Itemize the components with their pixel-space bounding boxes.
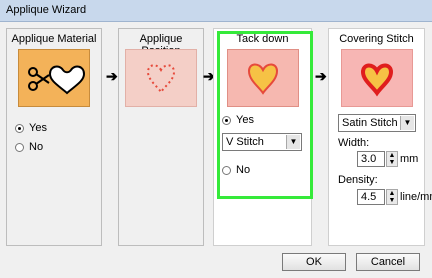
panel-applique-material: Applique Material Yes No <box>6 28 102 246</box>
tack-down-heart-icon[interactable] <box>226 49 299 107</box>
chevron-down-icon[interactable]: ▼ <box>286 135 300 149</box>
material-no-label: No <box>29 141 44 153</box>
ok-button[interactable]: OK <box>282 253 346 271</box>
panel-covering-stitch: Covering Stitch Satin Stitch ▼ Width: 3.… <box>328 28 432 246</box>
panel-title-tack-down: Tack down <box>236 33 289 45</box>
density-value: 4.5 <box>361 191 377 203</box>
tackdown-no-radio[interactable]: No <box>222 164 250 176</box>
panel-title-covering-stitch: Covering Stitch <box>339 33 414 45</box>
width-stepper[interactable]: ▲ ▼ <box>386 151 398 167</box>
covering-stitch-select[interactable]: Satin Stitch ▼ <box>338 114 416 132</box>
window-title: Applique Wizard <box>6 4 87 16</box>
title-bar: Applique Wizard <box>0 0 432 22</box>
panel-title-applique-material: Applique Material <box>11 33 97 45</box>
material-no-radio[interactable]: No <box>15 141 43 153</box>
satin-heart-icon[interactable] <box>340 49 413 107</box>
material-yes-radio[interactable]: Yes <box>15 122 47 134</box>
radio-dot <box>222 115 231 125</box>
density-input[interactable]: 4.5 <box>357 189 385 205</box>
radio-dot <box>15 142 24 152</box>
arrow-right-icon: ➔ <box>106 68 118 84</box>
scissors-heart-icon[interactable] <box>18 49 90 107</box>
panel-tack-down: Tack down Yes V Stitch ▼ No <box>213 28 312 246</box>
width-unit: mm <box>400 153 419 165</box>
width-input[interactable]: 3.0 <box>357 151 385 167</box>
tackdown-stitch-value: V Stitch <box>226 136 264 148</box>
cancel-button[interactable]: Cancel <box>356 253 420 271</box>
tackdown-yes-radio[interactable]: Yes <box>222 114 254 126</box>
material-yes-label: Yes <box>29 122 47 134</box>
chevron-down-icon[interactable]: ▼ <box>400 116 414 130</box>
density-stepper[interactable]: ▲ ▼ <box>386 189 398 205</box>
width-label: Width: <box>338 137 370 149</box>
applique-wizard-window: Applique Wizard Applique Material Yes No <box>0 0 432 278</box>
radio-dot <box>222 165 231 175</box>
dotted-heart-icon[interactable] <box>125 49 197 107</box>
radio-dot <box>15 123 24 133</box>
tackdown-yes-label: Yes <box>236 114 254 126</box>
density-label: Density: <box>338 174 378 186</box>
tackdown-no-label: No <box>236 164 251 176</box>
arrow-right-icon: ➔ <box>315 68 327 84</box>
tackdown-stitch-select[interactable]: V Stitch ▼ <box>222 133 302 151</box>
panel-applique-position: Applique Position <box>118 28 204 246</box>
width-value: 3.0 <box>361 153 377 165</box>
density-unit: line/mm <box>400 191 432 203</box>
covering-stitch-value: Satin Stitch <box>342 117 398 129</box>
